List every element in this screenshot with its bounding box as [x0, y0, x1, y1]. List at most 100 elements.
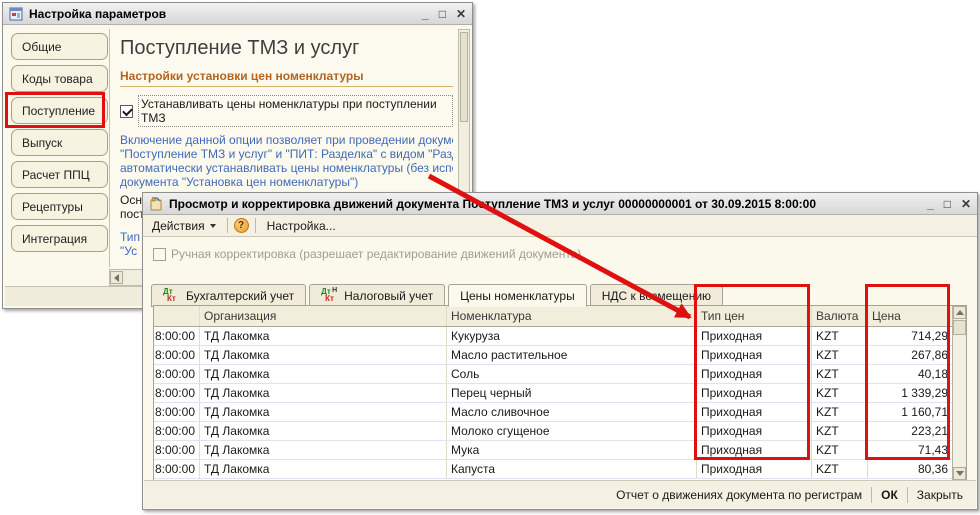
- cell-organization[interactable]: ТД Лакомка: [200, 403, 447, 421]
- scrollbar-thumb[interactable]: [460, 32, 468, 122]
- settings-tab[interactable]: Общие: [11, 33, 108, 60]
- ok-button[interactable]: ОК: [874, 485, 905, 505]
- settings-tab[interactable]: Рецептуры: [11, 193, 108, 220]
- settings-tab[interactable]: Выпуск: [11, 129, 108, 156]
- cell-nomenclature[interactable]: Масло сливочное: [447, 403, 697, 421]
- minimize-button[interactable]: _: [927, 199, 934, 209]
- movements-window-titlebar[interactable]: Просмотр и корректировка движений докуме…: [143, 193, 977, 215]
- settings-tab[interactable]: Поступление: [11, 97, 108, 124]
- cell-time[interactable]: 8:00:00: [154, 365, 200, 383]
- set-prices-checkbox[interactable]: [120, 105, 133, 118]
- movements-window-controls: _ □ ✕: [927, 199, 971, 209]
- cell-price[interactable]: 267,86: [868, 346, 952, 364]
- actions-menu-button[interactable]: Действия: [147, 217, 221, 235]
- cell-organization[interactable]: ТД Лакомка: [200, 460, 447, 478]
- set-prices-checkbox-label[interactable]: Устанавливать цены номенклатуры при пост…: [138, 95, 453, 127]
- cell-price-type[interactable]: Приходная: [697, 403, 812, 421]
- configure-button[interactable]: Настройка...: [262, 217, 341, 235]
- close-button[interactable]: ✕: [961, 199, 971, 209]
- table-row[interactable]: 8:00:00 ТД Лакомка Кукуруза Приходная KZ…: [154, 327, 952, 346]
- cell-time[interactable]: 8:00:00: [154, 346, 200, 364]
- column-header-nomenclature[interactable]: Номенклатура: [447, 306, 697, 326]
- document-tab[interactable]: Цены номенклатуры: [448, 284, 587, 307]
- cell-organization[interactable]: ТД Лакомка: [200, 327, 447, 345]
- cell-time[interactable]: 8:00:00: [154, 460, 200, 478]
- cell-currency[interactable]: KZT: [812, 384, 868, 402]
- column-header-price-type[interactable]: Тип цен: [697, 306, 812, 326]
- scroll-up-icon[interactable]: [953, 306, 966, 319]
- scroll-left-icon[interactable]: [110, 271, 123, 284]
- cell-price-type[interactable]: Приходная: [697, 327, 812, 345]
- cell-nomenclature[interactable]: Соль: [447, 365, 697, 383]
- scroll-down-icon[interactable]: [953, 467, 966, 480]
- settings-tab-label: Расчет ППЦ: [22, 168, 90, 182]
- cell-organization[interactable]: ТД Лакомка: [200, 422, 447, 440]
- settings-tab[interactable]: Интеграция: [11, 225, 108, 252]
- table-row[interactable]: 8:00:00 ТД Лакомка Перец черный Приходна…: [154, 384, 952, 403]
- cell-price[interactable]: 714,29: [868, 327, 952, 345]
- cell-time[interactable]: 8:00:00: [154, 403, 200, 421]
- cell-price[interactable]: 1 339,29: [868, 384, 952, 402]
- cell-currency[interactable]: KZT: [812, 346, 868, 364]
- cell-price[interactable]: 80,36: [868, 460, 952, 478]
- cell-price-type[interactable]: Приходная: [697, 365, 812, 383]
- settings-window-controls: _ □ ✕: [422, 9, 466, 19]
- cell-currency[interactable]: KZT: [812, 460, 868, 478]
- cell-time[interactable]: 8:00:00: [154, 422, 200, 440]
- cell-currency[interactable]: KZT: [812, 422, 868, 440]
- settings-tab[interactable]: Расчет ППЦ: [11, 161, 108, 188]
- minimize-button[interactable]: _: [422, 9, 429, 19]
- document-tab[interactable]: ДтНКт Налоговый учет: [309, 284, 445, 307]
- cell-price-type[interactable]: Приходная: [697, 422, 812, 440]
- cell-organization[interactable]: ТД Лакомка: [200, 384, 447, 402]
- cell-nomenclature[interactable]: Масло растительное: [447, 346, 697, 364]
- document-tab[interactable]: ДтКт Бухгалтерский учет: [151, 284, 306, 307]
- cell-organization[interactable]: ТД Лакомка: [200, 441, 447, 459]
- cell-price-type[interactable]: Приходная: [697, 460, 812, 478]
- cell-time[interactable]: 8:00:00: [154, 327, 200, 345]
- help-icon[interactable]: ?: [234, 218, 249, 233]
- close-window-button[interactable]: Закрыть: [910, 485, 970, 505]
- cell-currency[interactable]: KZT: [812, 327, 868, 345]
- cell-price[interactable]: 1 160,71: [868, 403, 952, 421]
- cell-currency[interactable]: KZT: [812, 403, 868, 421]
- cell-currency[interactable]: KZT: [812, 365, 868, 383]
- cell-nomenclature[interactable]: Молоко сгущеное: [447, 422, 697, 440]
- cell-price-type[interactable]: Приходная: [697, 441, 812, 459]
- cell-nomenclature[interactable]: Перец черный: [447, 384, 697, 402]
- settings-tab[interactable]: Коды товара: [11, 65, 108, 92]
- table-row[interactable]: 8:00:00 ТД Лакомка Соль Приходная KZT 40…: [154, 365, 952, 384]
- cell-price-type[interactable]: Приходная: [697, 346, 812, 364]
- cell-nomenclature[interactable]: Капуста: [447, 460, 697, 478]
- manual-correction-checkbox[interactable]: [153, 248, 166, 261]
- report-movements-button[interactable]: Отчет о движениях документа по регистрам: [609, 485, 869, 505]
- cell-currency[interactable]: KZT: [812, 441, 868, 459]
- scrollbar-thumb[interactable]: [953, 320, 966, 335]
- cell-price[interactable]: 71,43: [868, 441, 952, 459]
- info-line: Включение данной опции позволяет при про…: [120, 133, 453, 147]
- cell-organization[interactable]: ТД Лакомка: [200, 365, 447, 383]
- cell-time[interactable]: 8:00:00: [154, 384, 200, 402]
- cell-nomenclature[interactable]: Мука: [447, 441, 697, 459]
- close-button[interactable]: ✕: [456, 9, 466, 19]
- table-row[interactable]: 8:00:00 ТД Лакомка Масло растительное Пр…: [154, 346, 952, 365]
- column-header-organization[interactable]: Организация: [200, 306, 447, 326]
- maximize-button[interactable]: □: [439, 9, 446, 19]
- table-row[interactable]: 8:00:00 ТД Лакомка Масло сливочное Прихо…: [154, 403, 952, 422]
- column-header-currency[interactable]: Валюта: [812, 306, 868, 326]
- cell-price[interactable]: 223,21: [868, 422, 952, 440]
- cell-organization[interactable]: ТД Лакомка: [200, 346, 447, 364]
- document-tab[interactable]: НДС к возмещению: [590, 284, 723, 307]
- footer-separator: [871, 487, 872, 503]
- settings-window-titlebar[interactable]: Настройка параметров _ □ ✕: [3, 3, 472, 25]
- maximize-button[interactable]: □: [944, 199, 951, 209]
- cell-price[interactable]: 40,18: [868, 365, 952, 383]
- cell-price-type[interactable]: Приходная: [697, 384, 812, 402]
- cell-nomenclature[interactable]: Кукуруза: [447, 327, 697, 345]
- table-row[interactable]: 8:00:00 ТД Лакомка Молоко сгущеное Прихо…: [154, 422, 952, 441]
- table-row[interactable]: 8:00:00 ТД Лакомка Капуста Приходная KZT…: [154, 460, 952, 479]
- table-vertical-scrollbar[interactable]: [952, 306, 966, 480]
- table-row[interactable]: 8:00:00 ТД Лакомка Мука Приходная KZT 71…: [154, 441, 952, 460]
- column-header-time[interactable]: [154, 306, 200, 326]
- cell-time[interactable]: 8:00:00: [154, 441, 200, 459]
